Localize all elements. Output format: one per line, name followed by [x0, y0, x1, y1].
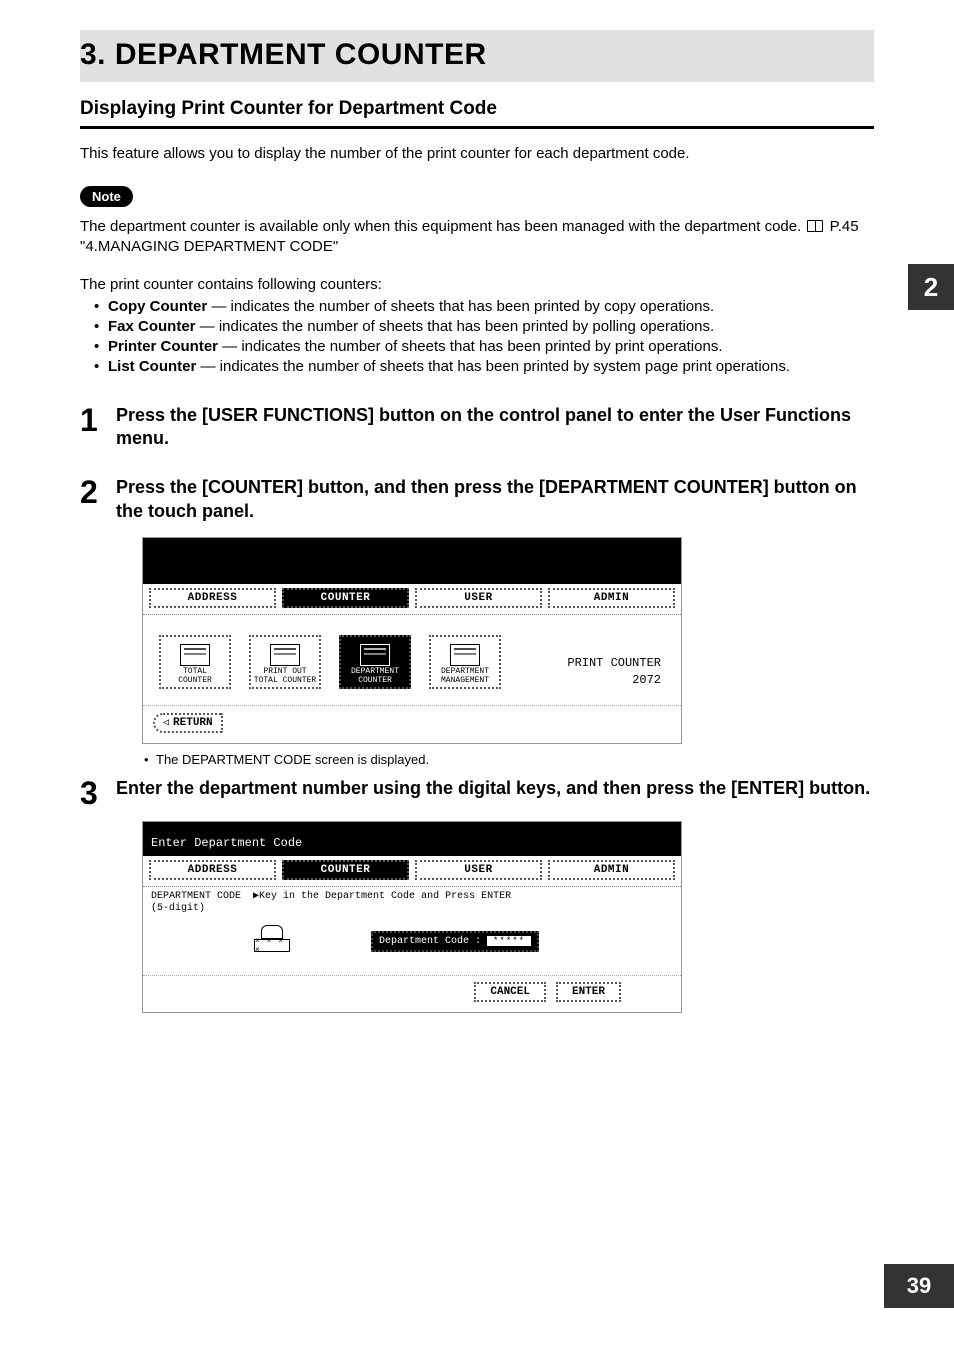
section-heading: 3. DEPARTMENT COUNTER — [80, 38, 874, 72]
department-management-button[interactable]: DEPARTMENTMANAGEMENT — [429, 635, 501, 689]
department-counter-button[interactable]: DEPARTMENTCOUNTER — [339, 635, 411, 689]
tab-address[interactable]: ADDRESS — [149, 860, 276, 880]
step-text: Press the [COUNTER] button, and then pre… — [116, 476, 874, 523]
heading-rule — [80, 126, 874, 129]
subsection-heading: Displaying Print Counter for Department … — [80, 98, 874, 120]
list-item: Printer Counter — indicates the number o… — [94, 337, 874, 357]
touch-panel-screenshot-1: ADDRESS COUNTER USER ADMIN TOTALCOUNTER … — [142, 537, 682, 744]
total-counter-button[interactable]: TOTALCOUNTER — [159, 635, 231, 689]
tab-user[interactable]: USER — [415, 860, 542, 880]
tab-address[interactable]: ADDRESS — [149, 588, 276, 608]
page-number: 39 — [884, 1264, 954, 1308]
chapter-tab: 2 — [908, 264, 954, 310]
department-code-field[interactable]: Department Code : ***** — [371, 931, 539, 952]
keypad-icon: × × × × — [253, 925, 291, 957]
list-item: Fax Counter — indicates the number of sh… — [94, 317, 874, 337]
management-icon — [450, 644, 480, 666]
tab-counter[interactable]: COUNTER — [282, 588, 409, 608]
counter-icon — [180, 644, 210, 666]
book-icon — [807, 220, 823, 232]
list-item: List Counter — indicates the number of s… — [94, 357, 874, 377]
tab-counter[interactable]: COUNTER — [282, 860, 409, 880]
counters-intro: The print counter contains following cou… — [80, 276, 874, 293]
step-subtext: The DEPARTMENT CODE screen is displayed. — [142, 752, 874, 767]
print-counter-readout: PRINT COUNTER 2072 — [567, 655, 665, 689]
screen-title-bar — [143, 538, 681, 584]
note-badge: Note — [80, 186, 133, 207]
section-heading-bar: 3. DEPARTMENT COUNTER — [80, 30, 874, 82]
counter-icon — [360, 644, 390, 666]
print-out-total-counter-button[interactable]: PRINT OUTTOTAL COUNTER — [249, 635, 321, 689]
step-text: Press the [USER FUNCTIONS] button on the… — [116, 404, 874, 451]
tab-user[interactable]: USER — [415, 588, 542, 608]
step-number: 2 — [80, 476, 116, 523]
screen-title-bar: Enter Department Code — [143, 822, 681, 856]
hint-text: DEPARTMENT CODE ▶Key in the Department C… — [143, 887, 681, 917]
tab-admin[interactable]: ADMIN — [548, 588, 675, 608]
return-button[interactable]: RETURN — [153, 713, 223, 733]
enter-button[interactable]: ENTER — [556, 982, 621, 1002]
tab-admin[interactable]: ADMIN — [548, 860, 675, 880]
cancel-button[interactable]: CANCEL — [474, 982, 546, 1002]
touch-panel-screenshot-2: Enter Department Code ADDRESS COUNTER US… — [142, 821, 682, 1013]
note-body: The department counter is available only… — [80, 217, 874, 258]
counter-list: Copy Counter — indicates the number of s… — [80, 297, 874, 378]
printer-icon — [270, 644, 300, 666]
note-line-1: The department counter is available only… — [80, 218, 801, 235]
step-number: 3 — [80, 777, 116, 809]
step-number: 1 — [80, 404, 116, 451]
intro-text: This feature allows you to display the n… — [80, 145, 874, 162]
step-text: Enter the department number using the di… — [116, 777, 874, 800]
list-item: Copy Counter — indicates the number of s… — [94, 297, 874, 317]
